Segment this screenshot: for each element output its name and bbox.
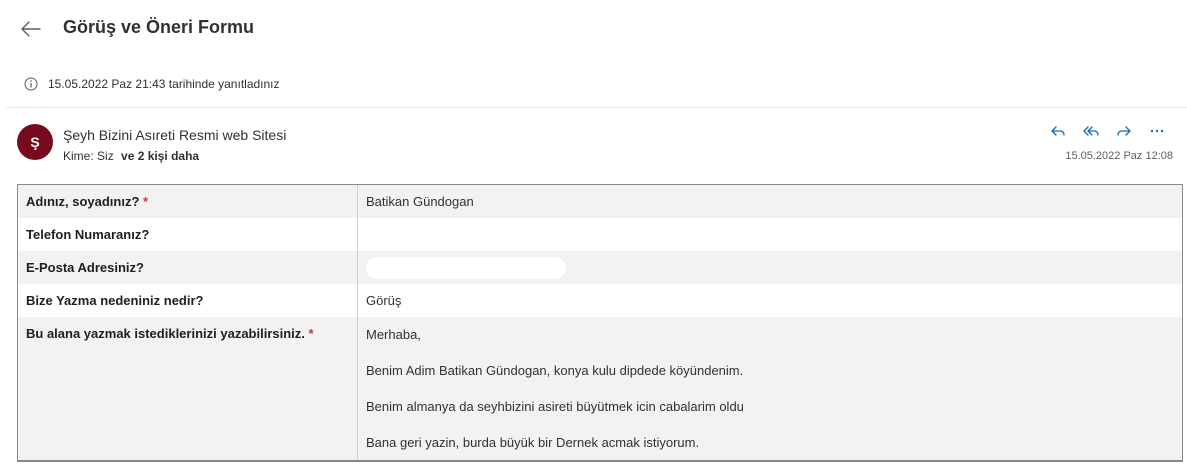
message-line: Merhaba, xyxy=(366,327,421,342)
message-actions xyxy=(1041,120,1173,142)
field-value xyxy=(358,251,1182,284)
redacted-value xyxy=(366,257,566,279)
table-row: Telefon Numaranız? xyxy=(18,218,1182,251)
message-line: Benim Adim Batikan Gündogan, konya kulu … xyxy=(366,363,744,378)
message-body: Merhaba, Benim Adim Batikan Gündogan, ko… xyxy=(358,317,1182,460)
table-row: E-Posta Adresiniz? xyxy=(18,251,1182,284)
table-row: Adınız, soyadınız? * Batikan Gündogan xyxy=(18,185,1182,218)
form-table: Adınız, soyadınız? * Batikan Gündogan Te… xyxy=(17,184,1183,462)
info-icon xyxy=(24,77,38,91)
field-label: Bu alana yazmak istediklerinizi yazabili… xyxy=(18,317,358,460)
header: Görüş ve Öneri Formu xyxy=(0,0,1187,58)
field-label: Telefon Numaranız? xyxy=(18,218,358,251)
field-value xyxy=(358,218,1182,251)
table-row: Bu alana yazmak istediklerinizi yazabili… xyxy=(18,317,1182,460)
required-mark: * xyxy=(308,326,314,341)
replied-notice: 15.05.2022 Paz 21:43 tarihinde yanıtladı… xyxy=(24,74,280,94)
more-options-icon[interactable] xyxy=(1140,120,1173,142)
redacted-value xyxy=(366,224,496,246)
field-label: E-Posta Adresiniz? xyxy=(18,251,358,284)
message-date: 15.05.2022 Paz 12:08 xyxy=(1065,150,1173,162)
forward-icon[interactable] xyxy=(1107,120,1140,142)
required-mark: * xyxy=(143,194,149,209)
divider xyxy=(6,107,1187,108)
to-others: ve 2 kişi daha xyxy=(121,149,200,163)
field-label: Adınız, soyadınız? * xyxy=(18,185,358,218)
avatar[interactable]: Ş xyxy=(17,124,53,160)
back-arrow-icon[interactable] xyxy=(18,16,44,42)
page-title: Görüş ve Öneri Formu xyxy=(63,17,255,37)
to-me: Siz xyxy=(97,149,114,163)
field-label: Bize Yazma nedeniniz nedir? xyxy=(18,284,358,317)
reply-all-icon[interactable] xyxy=(1074,120,1107,142)
field-value: Görüş xyxy=(366,293,402,308)
field-label-text: Adınız, soyadınız? xyxy=(26,194,140,209)
notice-text: 15.05.2022 Paz 21:43 tarihinde yanıtladı… xyxy=(48,77,280,91)
to-label: Kime: xyxy=(63,149,94,163)
message-line: Benim almanya da seyhbizini asireti büyü… xyxy=(366,399,744,414)
field-value: Batikan Gündogan xyxy=(366,194,474,209)
reply-icon[interactable] xyxy=(1041,120,1074,142)
recipients[interactable]: Kime: Siz ve 2 kişi daha xyxy=(63,149,199,163)
field-label-text: Bu alana yazmak istediklerinizi yazabili… xyxy=(26,326,305,341)
sender-name[interactable]: Şeyh Bizini Asıreti Resmi web Sitesi xyxy=(63,127,286,143)
table-row: Bize Yazma nedeniniz nedir? Görüş xyxy=(18,284,1182,317)
message-line: Bana geri yazin, burda büyük bir Dernek … xyxy=(366,435,700,450)
